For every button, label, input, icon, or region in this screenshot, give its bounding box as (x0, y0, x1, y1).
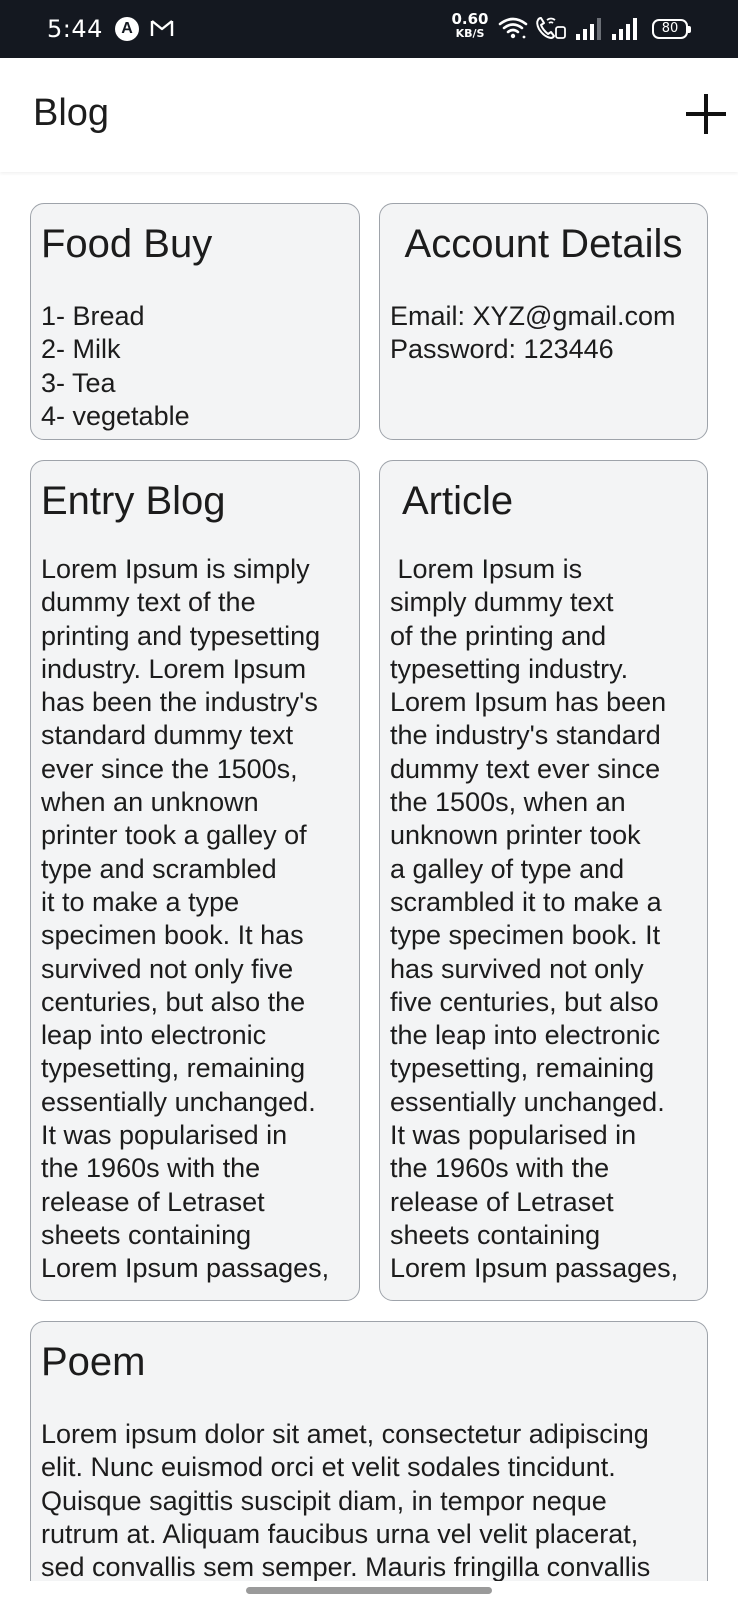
signal-strength-icon-sim2 (610, 16, 640, 47)
card-body: Lorem ipsum dolor sit amet, consectetur … (41, 1419, 651, 1581)
card-title: Food Buy (41, 222, 213, 266)
page-title: Blog (33, 92, 110, 134)
note-card-entry-blog[interactable]: Entry Blog Lorem Ipsum is simply dummy t… (30, 460, 360, 1301)
battery-icon: 80 (652, 19, 691, 39)
home-indicator[interactable] (246, 1587, 492, 1594)
card-title: Entry Blog (41, 479, 226, 523)
add-note-button[interactable] (682, 90, 730, 138)
network-speed-value: 0.60 (451, 10, 489, 28)
network-speed: 0.60 KB/S (450, 10, 490, 40)
a-notification-icon: A (115, 17, 139, 41)
card-body: Email: XYZ@gmail.com Password: 123446 (390, 301, 676, 365)
wifi-icon (498, 16, 528, 45)
note-card-food-buy[interactable]: Food Buy 1- Bread 2- Milk 3- Tea 4- vege… (30, 203, 360, 440)
card-body: 1- Bread 2- Milk 3- Tea 4- vegetable (41, 301, 190, 431)
card-body: Lorem Ipsum is simply dummy text of the … (390, 554, 679, 1284)
network-speed-unit: KB/S (455, 27, 485, 40)
card-title: Account Details (404, 222, 683, 266)
note-card-poem[interactable]: Poem Lorem ipsum dolor sit amet, consect… (30, 1321, 708, 1581)
signal-strength-icon-sim1 (574, 16, 602, 47)
card-body: Lorem Ipsum is simply dummy text of the … (41, 554, 330, 1284)
status-time: 5:44 (47, 15, 103, 43)
card-title: Article (402, 479, 514, 523)
card-title: Poem (41, 1340, 146, 1384)
wifi-calling-icon (534, 15, 568, 46)
status-bar: 5:44 A 0.60 KB/S 80 (0, 0, 738, 58)
app-bar: Blog (0, 58, 738, 172)
note-card-article[interactable]: Article Lorem Ipsum is simply dummy text… (379, 460, 708, 1301)
note-card-account-details[interactable]: Account Details Email: XYZ@gmail.com Pas… (379, 203, 708, 440)
gmail-icon (150, 18, 174, 43)
